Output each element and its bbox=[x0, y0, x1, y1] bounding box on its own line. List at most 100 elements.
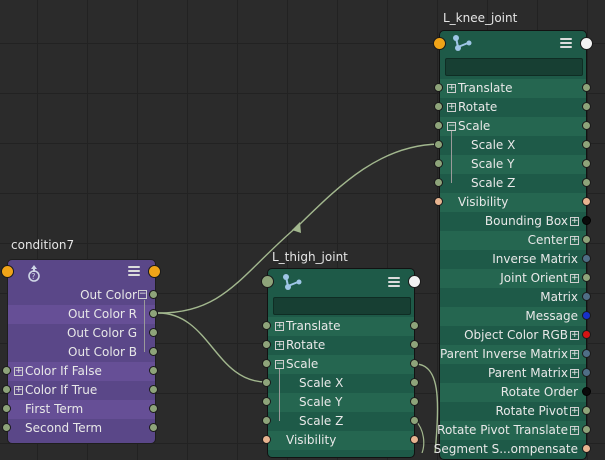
port-color-if-false-in[interactable] bbox=[2, 366, 11, 375]
collapse-icon[interactable]: − bbox=[275, 360, 284, 369]
knee-port-out[interactable] bbox=[582, 140, 591, 149]
knee-port-out[interactable] bbox=[582, 368, 591, 377]
port-color-if-true-in[interactable] bbox=[2, 385, 11, 394]
thigh-port-translate-out[interactable] bbox=[410, 321, 419, 330]
knee-port-out[interactable] bbox=[582, 254, 591, 263]
knee-port-out[interactable] bbox=[582, 102, 591, 111]
knee-port-in[interactable] bbox=[434, 197, 443, 206]
attr-row[interactable]: + Rotate bbox=[268, 336, 414, 355]
expand-icon[interactable]: + bbox=[570, 236, 579, 245]
expand-icon[interactable]: + bbox=[275, 322, 284, 331]
attr-row[interactable]: Scale Y bbox=[268, 393, 414, 412]
expand-icon[interactable]: + bbox=[570, 350, 579, 359]
wire-condition-to-thigh-scale-x[interactable] bbox=[157, 312, 267, 383]
attr-row[interactable]: Scale X bbox=[440, 136, 586, 155]
attr-row[interactable]: Inverse Matrix bbox=[440, 250, 586, 269]
expand-icon[interactable]: + bbox=[570, 369, 579, 378]
knee-port-out[interactable] bbox=[582, 387, 591, 396]
thigh-port-visibility-in[interactable] bbox=[262, 435, 271, 444]
attr-row[interactable]: Scale Z bbox=[440, 174, 586, 193]
port-second-term-out[interactable] bbox=[149, 423, 158, 432]
thigh-port-rotate-out[interactable] bbox=[410, 340, 419, 349]
knee-port-out[interactable] bbox=[582, 159, 591, 168]
knee-port-out[interactable] bbox=[582, 235, 591, 244]
port-first-term-in[interactable] bbox=[2, 404, 11, 413]
knee-input-port[interactable] bbox=[433, 37, 446, 50]
attr-row[interactable]: Scale Y bbox=[440, 155, 586, 174]
attr-row[interactable]: + Rotate Pivot Translate bbox=[437, 421, 586, 440]
expand-icon[interactable]: + bbox=[570, 407, 579, 416]
condition-node[interactable]: ? Out Color − Out Color R Out Color G Out… bbox=[7, 259, 156, 444]
thigh-node-header[interactable] bbox=[268, 269, 414, 317]
thigh-port-scale-z-in[interactable] bbox=[262, 416, 271, 425]
knee-port-in[interactable] bbox=[434, 178, 443, 187]
thigh-port-scale-in[interactable] bbox=[262, 359, 271, 368]
knee-port-in[interactable] bbox=[434, 83, 443, 92]
thigh-filter-field[interactable] bbox=[273, 297, 411, 315]
attr-row[interactable]: Out Color − bbox=[8, 286, 155, 305]
knee-port-out[interactable] bbox=[582, 425, 591, 434]
thigh-port-scale-z-out[interactable] bbox=[410, 416, 419, 425]
expand-icon[interactable]: + bbox=[275, 341, 284, 350]
attr-row[interactable]: + Bounding Box bbox=[440, 212, 586, 231]
collapse-icon[interactable]: − bbox=[138, 290, 147, 299]
expand-icon[interactable]: + bbox=[14, 367, 23, 376]
attr-row[interactable]: Scale Z bbox=[268, 412, 414, 431]
expand-icon[interactable]: + bbox=[570, 426, 579, 435]
attr-row[interactable]: + Joint Orient bbox=[440, 269, 586, 288]
knee-port-out[interactable] bbox=[582, 349, 591, 358]
knee-node-menu-icon[interactable] bbox=[560, 38, 572, 49]
attr-row[interactable]: Segment S...ompensate bbox=[434, 440, 586, 459]
attr-row[interactable]: + Object Color RGB bbox=[440, 326, 586, 345]
attr-row[interactable]: Visibility bbox=[440, 193, 586, 212]
attr-row[interactable]: − Scale bbox=[440, 117, 586, 136]
expand-icon[interactable]: + bbox=[570, 217, 579, 226]
knee-node-header[interactable] bbox=[440, 31, 586, 79]
attr-row[interactable]: First Term bbox=[8, 400, 155, 419]
expand-icon[interactable]: + bbox=[570, 331, 579, 340]
expand-icon[interactable]: + bbox=[14, 386, 23, 395]
thigh-port-scale-y-in[interactable] bbox=[262, 397, 271, 406]
port-out-color[interactable] bbox=[149, 290, 158, 299]
thigh-input-port[interactable] bbox=[261, 275, 274, 288]
attr-row[interactable]: + Parent Inverse Matrix bbox=[440, 345, 586, 364]
attr-row[interactable]: + Translate bbox=[440, 79, 586, 98]
expand-icon[interactable]: + bbox=[447, 84, 456, 93]
attr-row[interactable]: Rotate Order bbox=[440, 383, 586, 402]
attr-row[interactable]: − Scale bbox=[268, 355, 414, 374]
attr-row[interactable]: + Parent Matrix bbox=[440, 364, 586, 383]
attr-row[interactable]: Out Color B bbox=[8, 343, 155, 362]
knee-port-in[interactable] bbox=[434, 102, 443, 111]
attr-row[interactable]: Out Color G bbox=[8, 324, 155, 343]
thigh-port-translate-in[interactable] bbox=[262, 321, 271, 330]
knee-port-out[interactable] bbox=[582, 311, 591, 320]
knee-port-out[interactable] bbox=[582, 273, 591, 282]
knee-port-in[interactable] bbox=[434, 140, 443, 149]
collapse-icon[interactable]: − bbox=[447, 122, 456, 131]
thigh-node-menu-icon[interactable] bbox=[388, 277, 400, 288]
attr-row[interactable]: Second Term bbox=[8, 419, 155, 438]
knee-port-out[interactable] bbox=[582, 197, 591, 206]
expand-icon[interactable]: + bbox=[570, 274, 579, 283]
attr-row[interactable]: + Center bbox=[440, 231, 586, 250]
thigh-port-scale-out[interactable] bbox=[410, 359, 419, 368]
condition-node-header[interactable]: ? bbox=[8, 260, 155, 286]
port-color-if-true-out[interactable] bbox=[149, 385, 158, 394]
knee-port-out[interactable] bbox=[582, 406, 591, 415]
thigh-port-visibility-out[interactable] bbox=[410, 435, 419, 444]
attr-row[interactable]: Scale X bbox=[268, 374, 414, 393]
knee-port-out[interactable] bbox=[582, 330, 591, 339]
knee-output-port[interactable] bbox=[580, 37, 593, 50]
attr-row[interactable]: + Translate bbox=[268, 317, 414, 336]
attr-row[interactable]: Message bbox=[440, 307, 586, 326]
condition-node-menu-icon[interactable] bbox=[128, 266, 140, 277]
expand-icon[interactable]: + bbox=[447, 103, 456, 112]
attr-row[interactable]: + Rotate Pivot bbox=[440, 402, 586, 421]
attr-row[interactable]: + Color If False bbox=[8, 362, 155, 381]
thigh-port-scale-x-out[interactable] bbox=[410, 378, 419, 387]
knee-filter-field[interactable] bbox=[445, 58, 583, 76]
knee-port-out[interactable] bbox=[582, 178, 591, 187]
knee-port-out[interactable] bbox=[582, 292, 591, 301]
knee-port-out[interactable] bbox=[582, 444, 591, 453]
thigh-port-scale-y-out[interactable] bbox=[410, 397, 419, 406]
